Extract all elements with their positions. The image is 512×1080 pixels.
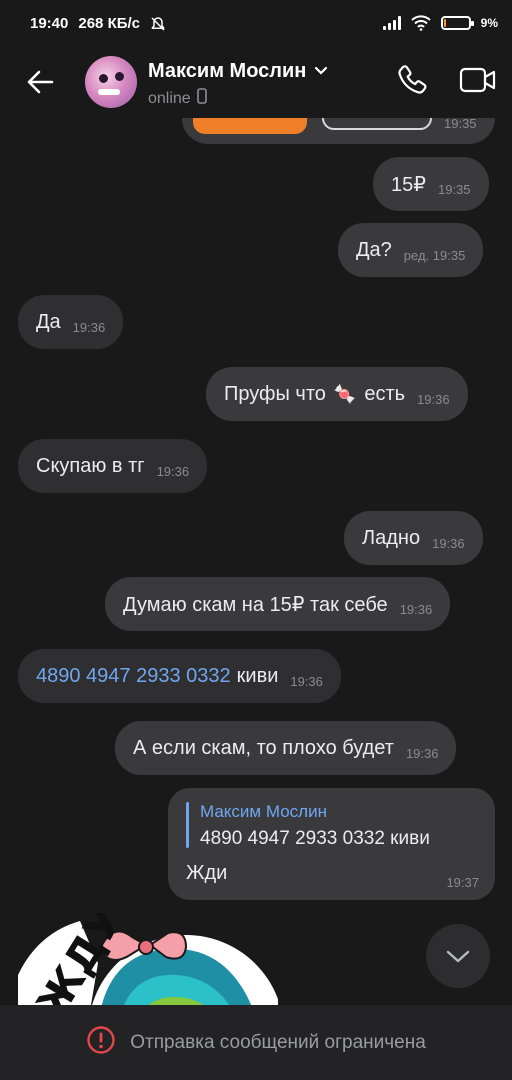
mobile-device-icon xyxy=(196,88,207,109)
quoted-author[interactable]: Максим Мослин xyxy=(200,802,327,822)
status-bar-right: 9% xyxy=(382,15,498,31)
edited-label: ред. xyxy=(403,247,430,263)
contact-name[interactable]: Максим Мослин xyxy=(148,60,306,83)
status-bar-left: 19:40 268 КБ/с xyxy=(30,15,166,32)
message-time: 19:36 xyxy=(399,601,433,617)
card-number-link[interactable]: 4890 4947 2933 0332 xyxy=(36,665,231,688)
message-time: 19:36 xyxy=(417,391,450,407)
message-text: Скупаю в тг xyxy=(36,454,145,477)
scroll-to-bottom-button[interactable] xyxy=(426,924,490,988)
clock: 19:40 xyxy=(30,15,69,32)
message-bubble-outgoing[interactable]: Да? ред. 19:35 xyxy=(338,223,484,277)
contact-status: online xyxy=(148,89,191,107)
message-bubble-outgoing[interactable]: Ладно 19:36 xyxy=(344,511,483,565)
quote-bar xyxy=(186,802,189,848)
orange-button[interactable] xyxy=(193,118,307,134)
sticker[interactable]: ЖДУ xyxy=(18,897,280,1005)
phone-call-icon[interactable] xyxy=(394,62,430,103)
contact-name-row[interactable]: Максим Мослин xyxy=(148,60,328,83)
message-time-value: 19:35 xyxy=(432,247,466,263)
message-text: А если скам, то плохо будет xyxy=(133,736,394,759)
message-text: Да xyxy=(36,310,61,333)
battery-level xyxy=(443,19,446,27)
contact-status-row: online xyxy=(148,88,207,109)
message-text: Думаю скам на 15₽ так себе xyxy=(123,593,388,616)
message-bubble-incoming[interactable]: Да 19:36 xyxy=(18,295,124,349)
message-time: 19:35 xyxy=(437,181,471,197)
warning-icon xyxy=(86,1025,116,1060)
message-time: 19:36 xyxy=(405,745,439,761)
muted-bell-icon xyxy=(150,16,166,32)
battery-icon xyxy=(440,16,474,30)
message-bubble-outgoing[interactable]: Думаю скам на 15₽ так себе 19:36 xyxy=(105,577,451,631)
message-text: Пруфы что xyxy=(224,382,326,405)
message-time: 19:35 xyxy=(444,118,477,131)
back-arrow-icon[interactable] xyxy=(22,64,58,100)
network-speed: 268 КБ/с xyxy=(78,15,141,32)
video-call-icon[interactable] xyxy=(458,64,498,101)
restricted-notice-bar: Отправка сообщений ограничена xyxy=(0,1005,512,1080)
outline-button[interactable] xyxy=(322,118,432,130)
message-text: Да? xyxy=(356,238,392,261)
battery-percent: 9% xyxy=(480,16,498,30)
message-time: 19:36 xyxy=(290,673,323,689)
message-bubble-outgoing[interactable]: Пруфы что 🍬 есть 19:36 xyxy=(206,367,468,421)
message-bubble-incoming[interactable]: 4890 4947 2933 0332 киви 19:36 xyxy=(18,649,341,703)
candy-emoji: 🍬 xyxy=(333,383,357,404)
message-text-after: есть xyxy=(364,382,406,405)
message-text: Жди xyxy=(186,862,228,884)
avatar[interactable] xyxy=(85,56,137,108)
message-list[interactable]: 19:35 15₽ 19:35 Да? ред. 19:35 Да 19:36 … xyxy=(0,118,512,1005)
restricted-notice-text: Отправка сообщений ограничена xyxy=(130,1031,426,1053)
message-time: ред. 19:35 xyxy=(404,248,466,263)
partial-message-bubble[interactable]: 19:35 xyxy=(182,118,495,144)
message-time: 19:36 xyxy=(156,463,190,479)
message-time: 19:36 xyxy=(432,535,465,551)
message-bubble-outgoing[interactable]: А если скам, то плохо будет 19:36 xyxy=(115,721,457,775)
signal-icon xyxy=(382,16,401,30)
quoted-text[interactable]: 4890 4947 2933 0332 киви xyxy=(200,828,430,850)
chat-header: Максим Мослин online xyxy=(0,50,512,118)
message-bubble-outgoing[interactable]: 15₽ 19:35 xyxy=(373,157,489,211)
message-text: 15₽ xyxy=(391,173,426,196)
message-bubble-incoming[interactable]: Скупаю в тг 19:36 xyxy=(18,439,208,493)
status-bar: 19:40 268 КБ/с 9% xyxy=(0,0,512,50)
message-time: 19:37 xyxy=(446,875,479,890)
message-text: киви xyxy=(236,664,279,687)
message-text: Ладно xyxy=(362,526,421,549)
wifi-icon xyxy=(410,15,431,31)
chevron-down-icon xyxy=(446,950,470,963)
message-time: 19:36 xyxy=(72,319,106,335)
reply-message-bubble[interactable]: Максим Мослин 4890 4947 2933 0332 киви Ж… xyxy=(168,788,495,900)
chevron-down-icon[interactable] xyxy=(314,63,328,81)
